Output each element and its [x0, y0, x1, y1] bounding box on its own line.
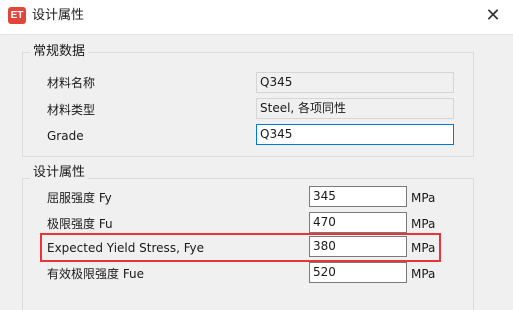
close-icon: ✕ — [485, 4, 501, 26]
grade-input[interactable]: Q345 — [256, 124, 454, 145]
dialog-body: 常规数据 材料名称 Q345 材料类型 Steel, 各项同性 Grade Q3… — [0, 34, 513, 310]
app-logo-icon: ET — [8, 7, 26, 24]
design-properties-group-title: 设计属性 — [30, 165, 89, 181]
effective-ultimate-strength-label: 有效极限强度 Fue — [47, 267, 145, 281]
material-name-field: Q345 — [256, 72, 454, 93]
expected-yield-stress-input[interactable]: 380 — [309, 236, 407, 257]
material-type-label: 材料类型 — [47, 103, 96, 117]
yield-strength-unit: MPa — [411, 191, 436, 205]
expected-yield-stress-unit: MPa — [411, 241, 436, 255]
yield-strength-input[interactable]: 345 — [309, 186, 407, 207]
close-button[interactable]: ✕ — [473, 0, 513, 30]
ultimate-strength-input[interactable]: 470 — [309, 212, 407, 233]
grade-label: Grade — [47, 129, 84, 143]
expected-yield-stress-label: Expected Yield Stress, Fye — [47, 241, 204, 255]
material-type-field: Steel, 各项同性 — [256, 98, 454, 119]
ultimate-strength-label: 极限强度 Fu — [47, 217, 113, 231]
material-name-label: 材料名称 — [47, 76, 96, 90]
general-data-group-title: 常规数据 — [30, 44, 89, 60]
effective-ultimate-strength-unit: MPa — [411, 267, 436, 281]
ultimate-strength-unit: MPa — [411, 217, 436, 231]
title-bar: ET 设计属性 ✕ — [0, 0, 513, 34]
window-title: 设计属性 — [32, 8, 85, 23]
yield-strength-label: 屈服强度 Fy — [47, 191, 112, 205]
effective-ultimate-strength-input[interactable]: 520 — [309, 262, 407, 283]
